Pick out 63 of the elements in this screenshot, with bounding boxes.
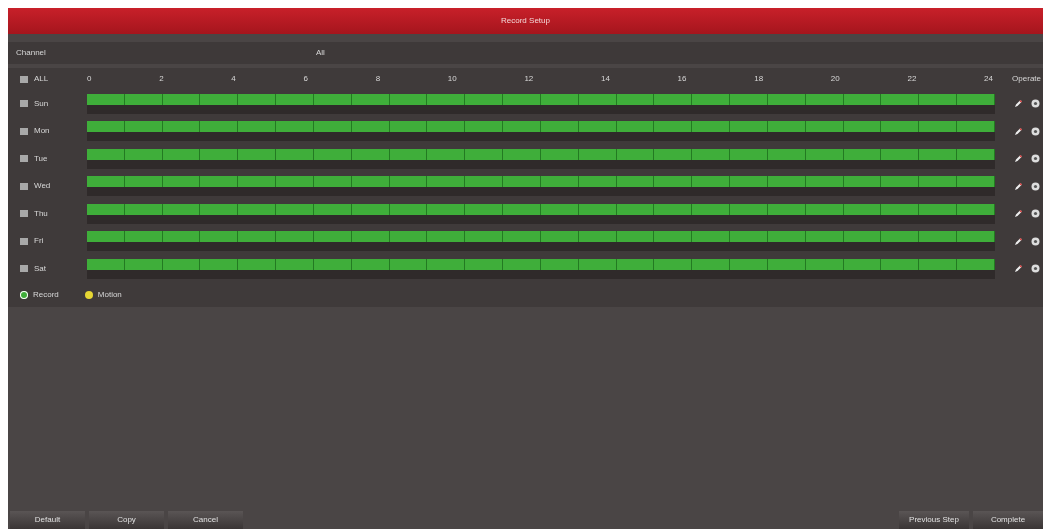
settings-icon[interactable] [1031,154,1040,164]
checkbox[interactable] [20,127,28,135]
pencil-icon[interactable] [1014,154,1023,164]
footer-button[interactable]: Complete [973,511,1043,529]
schedule-track[interactable] [87,93,995,114]
hour-label: 16 [677,73,687,85]
day-label: Sun [34,97,49,110]
schedule-track[interactable] [87,231,995,252]
day-label: Fri [34,235,44,248]
day-label: Sat [34,262,46,275]
footer-button[interactable]: Default [10,511,85,529]
window-title: Record Setup [8,8,1043,34]
schedule-track[interactable] [87,121,995,142]
settings-icon[interactable] [1031,126,1040,136]
hour-label: 10 [447,73,457,85]
schedule-track[interactable] [87,176,995,197]
footer-button[interactable]: Previous Step [899,511,969,529]
footer-button[interactable]: Cancel [168,511,243,529]
pencil-icon[interactable] [1014,126,1023,136]
hour-label: 2 [159,73,164,85]
legend-dot[interactable] [84,290,93,299]
hour-label: 18 [754,73,764,85]
pencil-icon[interactable] [1014,236,1023,246]
pencil-icon[interactable] [1014,99,1023,109]
channel-label: Channel [16,47,47,59]
column-header: Operate [1011,73,1042,85]
checkbox[interactable] [20,210,28,218]
pencil-icon[interactable] [1014,264,1023,274]
hour-label: 24 [984,73,993,85]
settings-icon[interactable] [1031,99,1040,109]
hour-label: 4 [231,73,236,85]
settings-icon[interactable] [1031,209,1040,219]
day-label: Tue [34,152,48,165]
settings-icon[interactable] [1031,264,1040,274]
footer-button[interactable]: Copy [89,511,164,529]
settings-icon[interactable] [1031,236,1040,246]
day-label: Thu [34,207,48,220]
hour-label: 20 [830,73,840,85]
day-label: Wed [34,180,51,193]
day-label: Mon [34,125,50,138]
schedule-track[interactable] [87,203,995,224]
pencil-icon[interactable] [1014,209,1023,219]
schedule-track[interactable] [87,148,995,169]
checkbox-label: ALL [34,73,49,85]
legend-label: Motion [97,288,122,301]
hour-label: 0 [87,73,92,85]
hour-label: 12 [524,73,534,85]
hour-label: 6 [303,73,308,85]
legend-dot[interactable] [20,290,28,299]
checkbox[interactable] [20,155,28,163]
schedule-track[interactable] [87,258,995,279]
settings-icon[interactable] [1031,181,1040,191]
checkbox[interactable] [20,237,28,245]
checkbox[interactable] [20,75,28,83]
channel-dropdown[interactable]: All [316,47,1035,59]
checkbox[interactable] [20,182,28,190]
hour-label: 14 [601,73,610,85]
legend-label: Record [33,288,59,301]
hour-label: 22 [907,73,917,85]
checkbox[interactable] [20,265,28,273]
pencil-icon[interactable] [1014,181,1023,191]
hour-label: 8 [375,73,381,85]
checkbox[interactable] [20,100,28,108]
